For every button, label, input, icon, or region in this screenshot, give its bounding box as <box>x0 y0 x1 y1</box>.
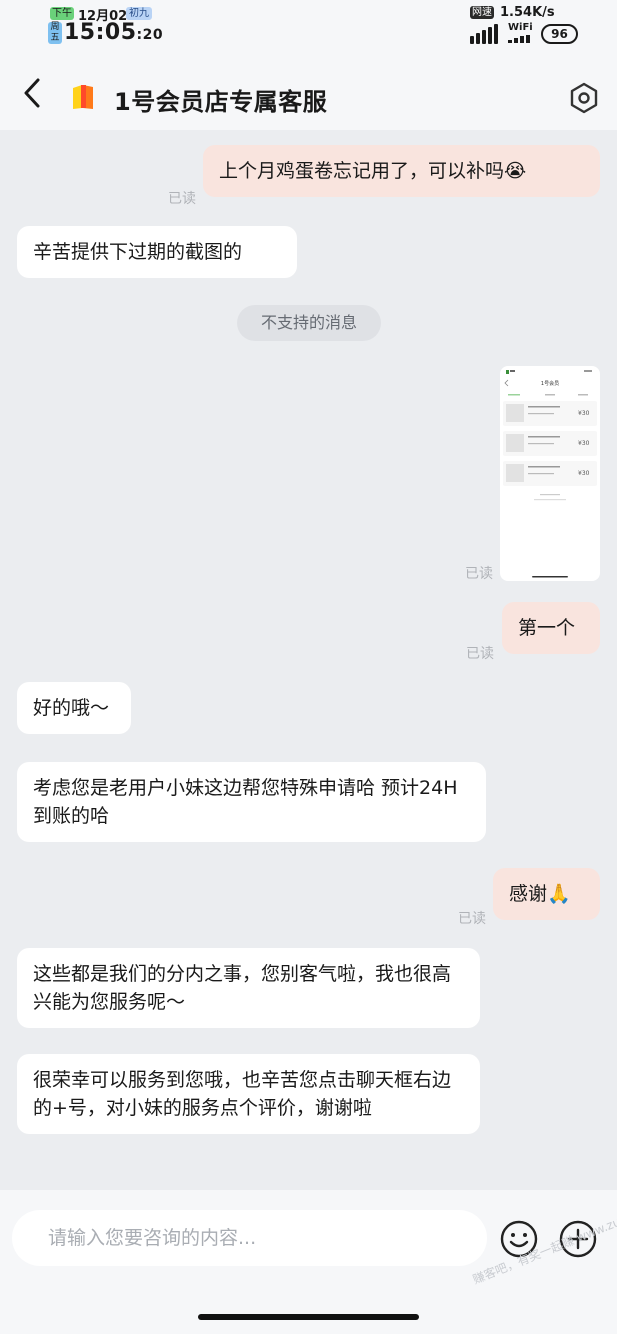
hexagon-settings-icon <box>570 82 598 114</box>
battery-level: 96 <box>551 27 568 41</box>
message-text: 上个月鸡蛋卷忘记用了，可以补吗😭 <box>219 160 527 182</box>
message-bubble-outgoing[interactable]: 第一个 <box>502 602 600 654</box>
home-indicator[interactable] <box>198 1314 419 1320</box>
message-bubble-outgoing[interactable]: 感谢🙏 <box>493 868 600 920</box>
wifi-icon <box>508 35 534 43</box>
chevron-left-icon <box>24 78 40 108</box>
input-bar: 赚客吧，有奖一起赚 www.zuanke8.com <box>0 1190 617 1334</box>
period-badge: 下午 <box>50 7 74 20</box>
weekday-badge: 周五 <box>48 22 62 44</box>
message-text: 第一个 <box>518 617 576 639</box>
system-notice: 不支持的消息 <box>237 305 381 341</box>
chat-message-list[interactable]: 上个月鸡蛋卷忘记用了，可以补吗😭 已读 辛苦提供下过期的截图的 不支持的消息 1… <box>0 130 617 1190</box>
wifi-label: WiFi <box>508 22 533 33</box>
net-speed-value: 1.54K/s <box>500 5 555 20</box>
message-input[interactable] <box>12 1210 487 1266</box>
message-bubble-incoming[interactable]: 很荣幸可以服务到您哦，也辛苦您点击聊天框右边的+号，对小妹的服务点个评价，谢谢啦 <box>17 1054 480 1134</box>
status-time: 15:05:20 <box>64 20 163 45</box>
settings-button[interactable] <box>568 82 600 114</box>
message-bubble-incoming[interactable]: 这些都是我们的分内之事，您别客气啦，我也很高兴能为您服务呢～ <box>17 948 480 1028</box>
status-time-main: 15:05 <box>64 20 137 45</box>
cellular-signal-icon <box>470 24 498 44</box>
message-text: 辛苦提供下过期的截图的 <box>33 241 243 263</box>
screenshot-value: ¥30 <box>578 470 590 477</box>
message-text: 感谢🙏 <box>509 883 571 905</box>
net-speed-label: 网速 <box>470 6 494 19</box>
status-bar: 下午 12月02 初九 周五 15:05:20 网速 1.54K/s WiFi … <box>0 0 617 54</box>
message-bubble-incoming[interactable]: 好的哦～ <box>17 682 131 734</box>
read-receipt: 已读 <box>168 191 196 207</box>
lunar-date-badge: 初九 <box>126 7 152 20</box>
read-receipt: 已读 <box>458 911 486 927</box>
message-text: 这些都是我们的分内之事，您别客气啦，我也很高兴能为您服务呢～ <box>33 963 452 1013</box>
message-text: 很荣幸可以服务到您哦，也辛苦您点击聊天框右边的+号，对小妹的服务点个评价，谢谢啦 <box>33 1069 452 1119</box>
message-text: 考虑您是老用户小妹这边帮您特殊申请哈 预计24H到账的哈 <box>33 777 458 827</box>
screenshot-title: 1号会员 <box>541 380 559 387</box>
watermark: 赚客吧，有奖一起赚 www.zuanke8.com <box>470 1190 617 1287</box>
screenshot-value: ¥30 <box>578 440 590 447</box>
status-time-seconds: :20 <box>136 27 164 43</box>
back-button[interactable] <box>18 76 48 110</box>
chat-header: 1号会员店专属客服 <box>0 54 617 130</box>
screenshot-thumbnail: 1号会员 ¥30 ¥30 ¥30 <box>503 370 597 578</box>
screenshot-value: ¥30 <box>578 410 590 417</box>
read-receipt: 已读 <box>466 646 494 662</box>
message-bubble-incoming[interactable]: 考虑您是老用户小妹这边帮您特殊申请哈 预计24H到账的哈 <box>17 762 486 842</box>
read-receipt: 已读 <box>465 566 493 582</box>
store-logo-icon <box>70 83 96 111</box>
page-title: 1号会员店专属客服 <box>114 88 328 116</box>
image-message[interactable]: 1号会员 ¥30 ¥30 ¥30 <box>500 366 600 581</box>
message-text: 好的哦～ <box>33 697 110 719</box>
message-bubble-outgoing[interactable]: 上个月鸡蛋卷忘记用了，可以补吗😭 <box>203 145 600 197</box>
battery-icon: 96 <box>541 24 578 44</box>
message-bubble-incoming[interactable]: 辛苦提供下过期的截图的 <box>17 226 297 278</box>
